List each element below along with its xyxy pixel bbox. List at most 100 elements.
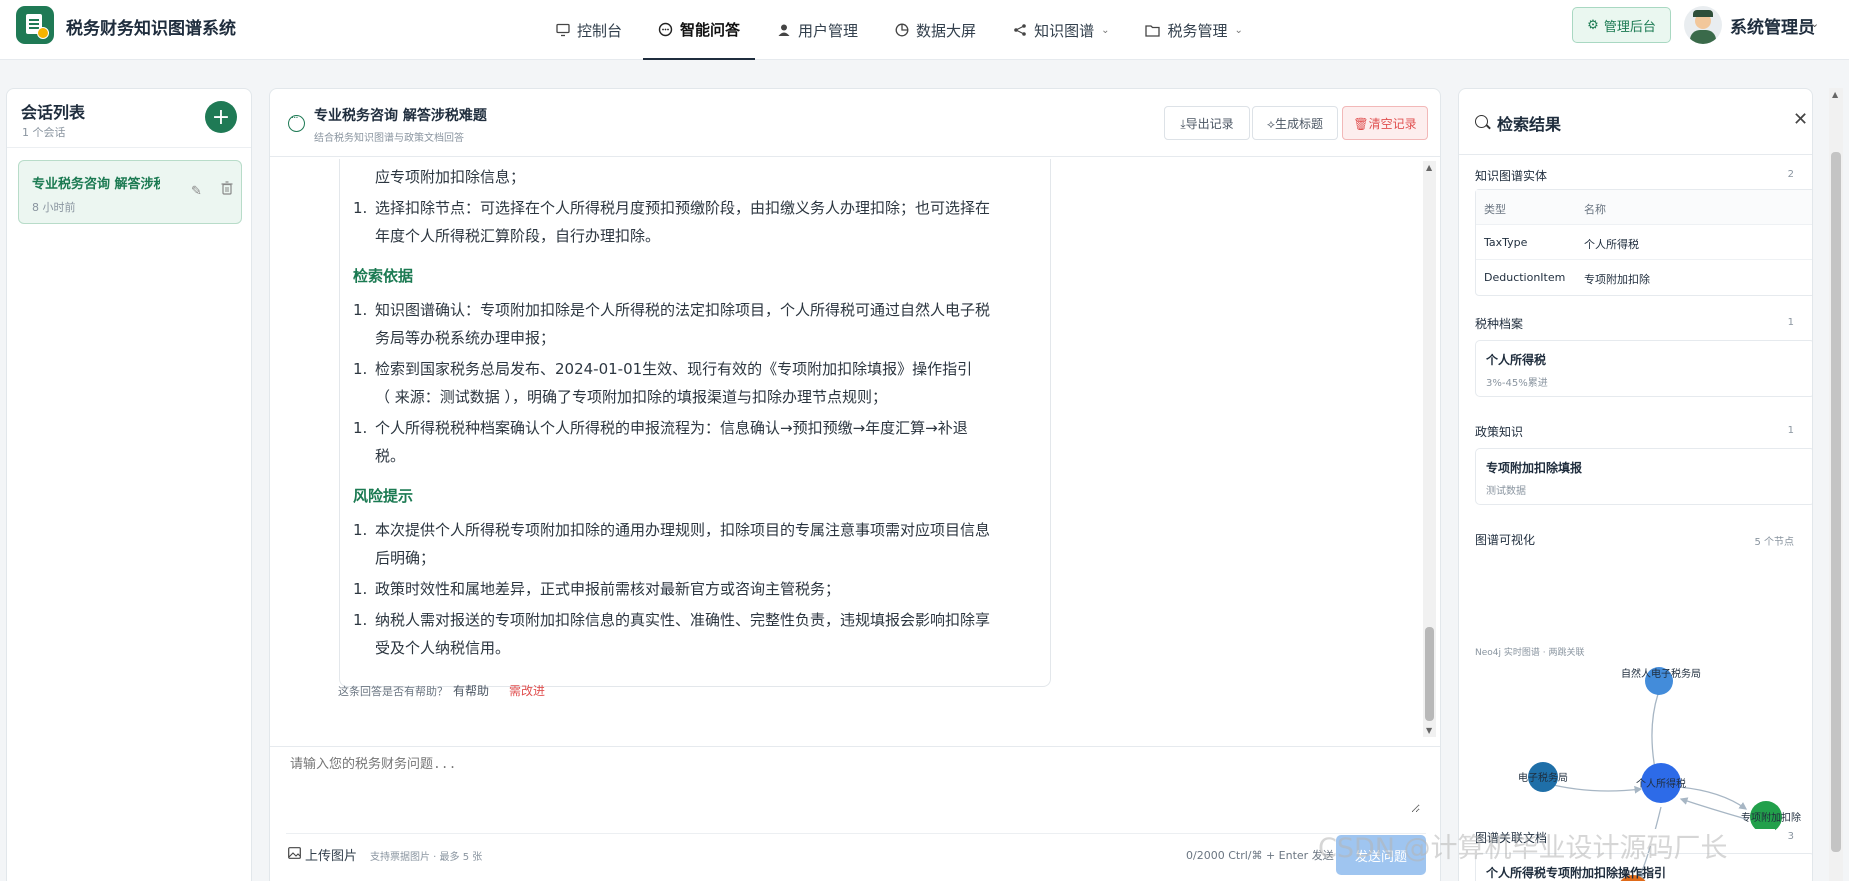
list-number: 1. <box>353 611 368 629</box>
table-cell: 个人所得税 <box>1584 238 1639 251</box>
table-cell: 专项附加扣除 <box>1584 273 1650 286</box>
arrow-up-icon[interactable]: ▲ <box>1832 90 1838 99</box>
arrow-down-icon[interactable]: ▼ <box>1426 726 1432 735</box>
answer-text: （ 来源：测试数据 ），明确了专项附加扣除的填报渠道与扣除办理节点规则； <box>375 388 888 406</box>
answer-text: 个人所得税税种档案确认个人所得税的申报流程为：信息确认→预扣预缴→年度汇算→补退 <box>375 419 968 437</box>
list-item: 1. 检索到国家税务总局发布、2024-01-01生效、现行有效的《专项附加扣除… <box>353 355 1033 411</box>
top-navbar: 税务财务知识图谱系统 控制台 智能问答 用户管理 数据大屏 知识图谱 ⌄ 税务管… <box>0 0 1849 60</box>
list-item: 1. 知识图谱确认：专项附加扣除是个人所得税的法定扣除项目，个人所得税可通过自然… <box>353 296 1033 352</box>
nav-item-tax-management[interactable]: 税务管理 ⌄ <box>1130 0 1257 60</box>
close-icon[interactable]: ✕ <box>1793 109 1808 130</box>
feedback-helpful-button[interactable]: 有帮助 <box>453 682 489 699</box>
nav-label: 用户管理 <box>798 21 859 40</box>
char-counter: 0/2000 Ctrl/⌘ + Enter 发送 <box>1186 849 1334 862</box>
app-logo[interactable] <box>16 6 54 44</box>
feedback-improve-button[interactable]: 需改进 <box>509 682 545 699</box>
graph-edge <box>1544 782 1643 794</box>
table-row[interactable]: TaxType 个人所得税 <box>1476 225 1812 260</box>
answer-text: 务局等办税系统办理申报； <box>375 329 556 347</box>
answer-body: 应专项附加扣除信息； 1. 选择扣除节点：可选择在个人所得税月度预扣预缴阶段，由… <box>353 163 1033 665</box>
avatar[interactable] <box>1684 6 1722 44</box>
user-name[interactable]: 系统管理员 <box>1730 13 1815 38</box>
answer-text: 政策时效性和属地差异，正式申报前需核对最新官方或咨询主管税务； <box>375 580 841 598</box>
list-number: 1. <box>353 419 368 437</box>
section-heading-risk: 风险提示 <box>353 487 414 505</box>
user-icon <box>776 23 791 38</box>
watermark: CSDN @计算机毕业设计源码厂长 <box>1318 833 1728 864</box>
chat-title: 专业税务咨询 解答涉税难题 <box>314 108 487 124</box>
nav-item-users[interactable]: 用户管理 <box>761 0 873 60</box>
clear-records-button[interactable]: 🗑清空记录 <box>1342 106 1428 140</box>
answer-text: 选择扣除节点：可选择在个人所得税月度预扣预缴阶段，由扣缴义务人办理扣除；也可选择… <box>375 199 991 217</box>
chevron-down-icon: ⌄ <box>1101 24 1110 36</box>
composer: 上传图片 支持票据图片 · 最多 5 张 0/2000 Ctrl/⌘ + Ent… <box>270 746 1440 881</box>
scrollbar-thumb[interactable] <box>1831 152 1841 852</box>
new-session-button[interactable]: + <box>205 101 237 133</box>
entity-table: 类型 名称 TaxType 个人所得税 DeductionItem 专项附加扣除 <box>1475 189 1812 296</box>
policies-count: 1 <box>1787 425 1794 436</box>
table-cell: DeductionItem <box>1484 271 1566 284</box>
image-icon <box>288 846 301 863</box>
graph-edge <box>1678 786 1748 810</box>
table-row[interactable]: DeductionItem 专项附加扣除 <box>1476 260 1812 295</box>
generate-title-button[interactable]: ⟡生成标题 <box>1252 106 1338 140</box>
folder-icon <box>1145 23 1161 38</box>
app-title: 税务财务知识图谱系统 <box>66 19 236 39</box>
plus-icon: + <box>211 104 231 130</box>
upload-image-button[interactable]: 上传图片 <box>288 845 357 864</box>
answer-text: 税。 <box>375 447 406 465</box>
chevron-down-icon[interactable]: ⌄ <box>1810 17 1819 30</box>
tax-profile-card[interactable]: 个人所得税 3%-45%累进 <box>1475 340 1812 397</box>
chat-scrollbar[interactable]: ▲ ▼ <box>1423 161 1436 737</box>
chat-icon <box>658 22 673 37</box>
policies-label: 政策知识 <box>1475 425 1524 439</box>
gear-icon: ⚙ <box>1587 17 1599 33</box>
answer-text: 本次提供个人所得税专项附加扣除的通用办理规则，扣除项目的专属注意事项需对应项目信… <box>375 521 991 539</box>
list-item: 1. 选择扣除节点：可选择在个人所得税月度预扣预缴阶段，由扣缴义务人办理扣除；也… <box>353 194 1033 250</box>
session-list-panel: 会话列表 1 个会话 + 专业税务咨询 解答涉税难题 8 小时前 ✎ <box>6 88 252 881</box>
page-scrollbar[interactable]: ▲ <box>1829 88 1843 881</box>
nav-label: 知识图谱 <box>1034 21 1095 40</box>
list-item: 应专项附加扣除信息； <box>353 163 1033 191</box>
graph-edge <box>1679 797 1747 820</box>
graph-count: 5 个节点 <box>1754 537 1794 548</box>
chat-panel: 专业税务咨询 解答涉税难题 结合税务知识图谱与政策文档回答 ⤓导出记录 ⟡生成标… <box>269 88 1441 881</box>
nav-item-knowledge-graph[interactable]: 知识图谱 ⌄ <box>997 0 1124 60</box>
scrollbar-thumb[interactable] <box>1425 627 1434 721</box>
list-item: 1. 政策时效性和属地差异，正式申报前需核对最新官方或咨询主管税务； <box>353 575 1033 603</box>
chevron-down-icon: ⌄ <box>1234 24 1243 36</box>
column-header: 类型 <box>1484 203 1506 216</box>
nav-item-qa[interactable]: 智能问答 <box>643 0 756 60</box>
policy-card[interactable]: 专项附加扣除填报 测试数据 <box>1475 448 1812 505</box>
admin-console-button[interactable]: ⚙ 管理后台 <box>1572 7 1671 43</box>
tax-profiles-label: 税种档案 <box>1475 317 1524 331</box>
answer-text: 检索到国家税务总局发布、2024-01-01生效、现行有效的《专项附加扣除填报》… <box>375 360 973 378</box>
card-title: 个人所得税 <box>1486 353 1547 367</box>
card-title: 个人所得税专项附加扣除操作指引 <box>1486 866 1667 880</box>
nav-item-dashboard[interactable]: 控制台 <box>540 0 637 60</box>
session-item[interactable]: 专业税务咨询 解答涉税难题 8 小时前 ✎ <box>18 160 242 224</box>
chat-subtitle: 结合税务知识图谱与政策文档回答 <box>314 133 464 144</box>
arrow-up-icon[interactable]: ▲ <box>1426 163 1432 172</box>
question-input[interactable] <box>290 753 1420 813</box>
list-number: 1. <box>353 360 368 378</box>
edit-icon[interactable]: ✎ <box>191 184 202 199</box>
column-header: 名称 <box>1584 203 1606 216</box>
graph-node-label: 自然人电子税务局 <box>1621 667 1701 680</box>
answer-text: 纳税人需对报送的专项附加扣除信息的真实性、准确性、完整性负责，违规填报会影响扣除… <box>375 611 991 629</box>
list-item: 1. 纳税人需对报送的专项附加扣除信息的真实性、准确性、完整性负责，违规填报会影… <box>353 606 1033 662</box>
list-number: 1. <box>353 199 368 217</box>
answer-text: 后明确； <box>375 549 436 567</box>
answer-text: 知识图谱确认：专项附加扣除是个人所得税的法定扣除项目，个人所得税可通过自然人电子… <box>375 301 991 319</box>
trash-icon[interactable] <box>221 181 233 195</box>
results-title: 检索结果 <box>1497 115 1562 134</box>
share-icon <box>1012 23 1027 38</box>
export-records-button[interactable]: ⤓导出记录 <box>1164 106 1250 140</box>
nav-label: 税务管理 <box>1167 21 1228 40</box>
session-title: 专业税务咨询 解答涉税难题 <box>32 177 160 192</box>
nav-item-bigscreen[interactable]: 数据大屏 <box>879 0 991 60</box>
divider <box>7 147 251 148</box>
graph-node-label: 专项附加扣除 <box>1741 811 1801 824</box>
sessions-count: 1 个会话 <box>22 126 66 139</box>
card-subtitle: 3%-45%累进 <box>1486 378 1548 389</box>
